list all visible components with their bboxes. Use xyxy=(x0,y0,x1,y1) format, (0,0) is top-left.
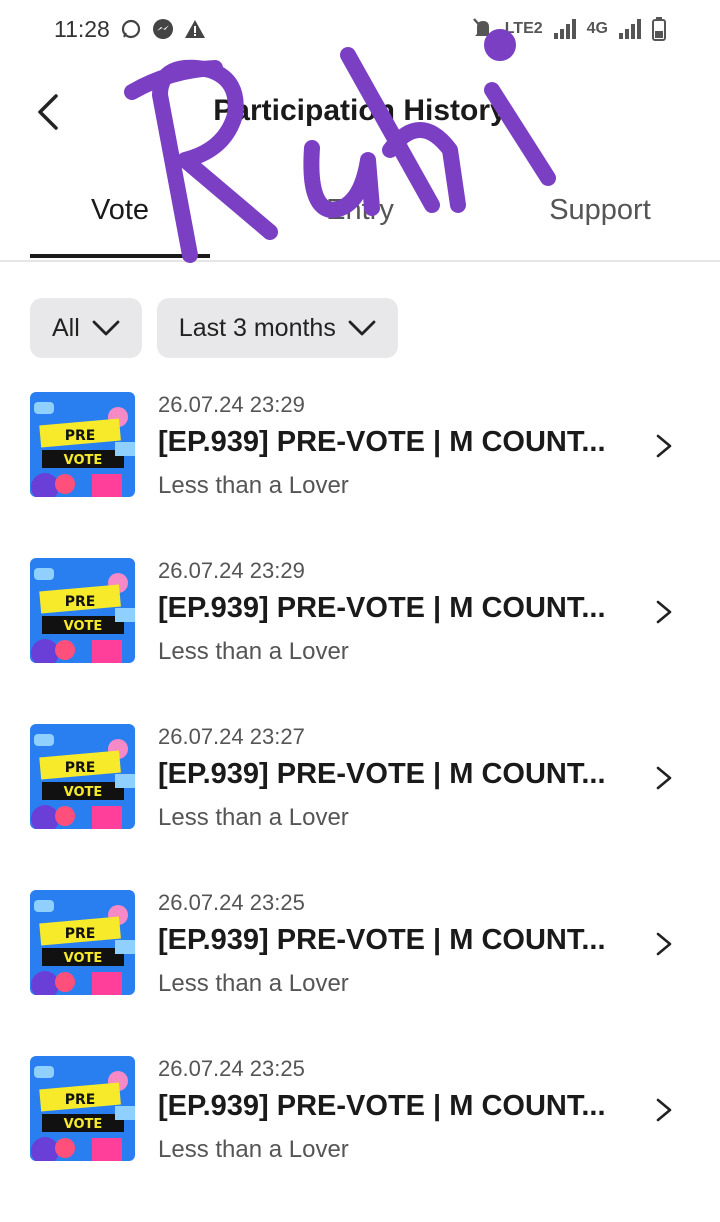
vote-title: [EP.939] PRE-VOTE | M COUNT... xyxy=(158,758,606,790)
vote-title: [EP.939] PRE-VOTE | M COUNT... xyxy=(158,426,606,458)
pre-vote-thumbnail: PRE VOTE xyxy=(30,1056,135,1161)
list-item[interactable]: PRE VOTE 26.07.24 23:25 [EP.939] PRE-VOT… xyxy=(0,1056,720,1222)
chevron-right-icon xyxy=(656,766,672,790)
vote-date: 26.07.24 23:29 xyxy=(158,392,305,417)
svg-text:VOTE: VOTE xyxy=(64,619,103,634)
chevron-down-icon xyxy=(92,320,120,336)
tab-bar: Vote Entry Support xyxy=(0,180,720,262)
status-time: 11:28 xyxy=(54,16,110,42)
voted-artist: Less than a Lover xyxy=(158,970,349,997)
svg-text:PRE: PRE xyxy=(65,1092,96,1108)
list-item[interactable]: PRE VOTE 26.07.24 23:25 [EP.939] PRE-VOT… xyxy=(0,890,720,1056)
type-filter-dropdown[interactable]: All xyxy=(30,298,142,358)
chevron-right-icon xyxy=(656,1098,672,1122)
network-label: 4G xyxy=(586,20,608,37)
tab-support[interactable]: Support xyxy=(510,194,690,227)
vote-date: 26.07.24 23:25 xyxy=(158,890,305,915)
svg-text:PRE: PRE xyxy=(65,428,96,444)
volte-label: LTE2 xyxy=(504,20,543,37)
vote-title: [EP.939] PRE-VOTE | M COUNT... xyxy=(158,592,606,624)
voted-artist: Less than a Lover xyxy=(158,1136,349,1163)
chevron-down-icon xyxy=(348,320,376,336)
filter-bar: All Last 3 months xyxy=(30,298,398,358)
voted-artist: Less than a Lover xyxy=(158,804,349,831)
status-bar: 11:28 LTE2 4G xyxy=(0,0,720,60)
svg-text:VOTE: VOTE xyxy=(64,785,103,800)
pre-vote-thumbnail: PRE VOTE xyxy=(30,558,135,663)
mute-bell-icon xyxy=(472,18,493,40)
period-filter-label: Last 3 months xyxy=(178,313,336,342)
list-item[interactable]: PRE VOTE 26.07.24 23:29 [EP.939] PRE-VOT… xyxy=(0,558,720,724)
warning-icon xyxy=(185,20,205,38)
vote-title: [EP.939] PRE-VOTE | M COUNT... xyxy=(158,1090,606,1122)
chevron-right-icon xyxy=(656,434,672,458)
vote-date: 26.07.24 23:29 xyxy=(158,558,305,583)
header: Participation History xyxy=(0,80,720,146)
battery-icon xyxy=(652,17,666,41)
voted-artist: Less than a Lover xyxy=(158,638,349,665)
signal-icon xyxy=(553,19,576,39)
active-tab-indicator xyxy=(30,254,210,258)
vote-history-list: PRE VOTE 26.07.24 23:29 [EP.939] PRE-VOT… xyxy=(0,392,720,1222)
svg-text:PRE: PRE xyxy=(65,760,96,776)
signal-icon-2 xyxy=(619,19,641,39)
page-title: Participation History xyxy=(213,94,507,127)
svg-text:PRE: PRE xyxy=(65,594,96,610)
pre-vote-thumbnail: PRE VOTE xyxy=(30,392,135,497)
list-item[interactable]: PRE VOTE 26.07.24 23:27 [EP.939] PRE-VOT… xyxy=(0,724,720,890)
chat-bubble-icon xyxy=(121,19,141,39)
chevron-right-icon xyxy=(656,600,672,624)
svg-text:PRE: PRE xyxy=(65,926,96,942)
svg-text:VOTE: VOTE xyxy=(64,951,103,966)
svg-text:VOTE: VOTE xyxy=(64,1117,103,1132)
pre-vote-thumbnail: PRE VOTE xyxy=(30,724,135,829)
svg-text:VOTE: VOTE xyxy=(64,453,103,468)
chevron-right-icon xyxy=(656,932,672,956)
list-item[interactable]: PRE VOTE 26.07.24 23:29 [EP.939] PRE-VOT… xyxy=(0,392,720,558)
vote-date: 26.07.24 23:25 xyxy=(158,1056,305,1081)
vote-date: 26.07.24 23:27 xyxy=(158,724,305,749)
tab-entry[interactable]: Entry xyxy=(270,194,450,227)
voted-artist: Less than a Lover xyxy=(158,472,349,499)
type-filter-label: All xyxy=(52,313,80,342)
period-filter-dropdown[interactable]: Last 3 months xyxy=(156,298,398,358)
pre-vote-thumbnail: PRE VOTE xyxy=(30,890,135,995)
tab-vote[interactable]: Vote xyxy=(30,194,210,227)
vote-title: [EP.939] PRE-VOTE | M COUNT... xyxy=(158,924,606,956)
messenger-icon xyxy=(153,19,173,39)
